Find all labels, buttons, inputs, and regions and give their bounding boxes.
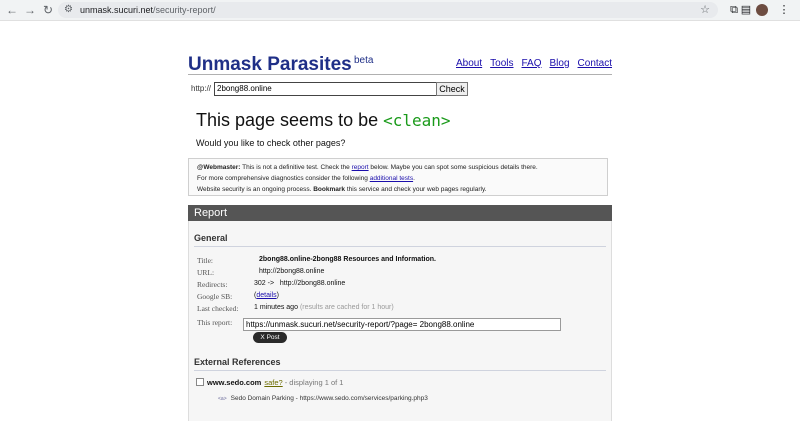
beta-label: beta: [354, 55, 374, 66]
expand-toggle-icon[interactable]: [196, 378, 204, 386]
check-form: http:// Check: [188, 82, 612, 98]
general-divider: [194, 246, 606, 247]
nav-blog[interactable]: Blog: [550, 58, 570, 69]
x-post-button[interactable]: X Post: [253, 332, 287, 343]
forward-arrow-icon[interactable]: →: [22, 2, 38, 18]
additional-tests-link[interactable]: additional tests: [370, 175, 413, 182]
reload-icon[interactable]: ↻: [40, 2, 56, 18]
verdict-text: This page seems to be: [196, 110, 379, 130]
safe-check-link[interactable]: safe?: [264, 378, 282, 387]
address-url: unmask.sucuri.net/security-report/: [80, 5, 216, 15]
external-references-heading: External References: [194, 357, 281, 367]
address-bar[interactable]: ⚙ unmask.sucuri.net/security-report/ ☆: [58, 2, 718, 18]
external-reference-item: www.sedo.com safe? - displaying 1 of 1: [196, 378, 343, 387]
nav-about[interactable]: About: [456, 58, 482, 69]
displaying-count: - displaying 1 of 1: [284, 378, 344, 387]
site-logo[interactable]: Unmask Parasites: [188, 54, 352, 76]
bookmark-star-icon[interactable]: ☆: [700, 2, 710, 18]
check-button[interactable]: Check: [436, 82, 468, 96]
last-checked-row: Last checked: 1 minutes ago (results are…: [197, 304, 394, 313]
external-reference-link-row: <a> Sedo Domain Parking - https://www.sed…: [218, 395, 428, 402]
header-divider: [188, 74, 612, 75]
verdict-heading: This page seems to be <clean>: [196, 110, 451, 131]
report-header: Report: [188, 205, 612, 221]
url-input[interactable]: [214, 82, 437, 96]
notice-line-3: Website security is an ongoing process. …: [197, 186, 487, 193]
title-row: Title: 2bong88.online-2bong88 Resources …: [197, 256, 436, 265]
report-url-field[interactable]: [243, 318, 561, 331]
notice-line-2: For more comprehensive diagnostics consi…: [197, 175, 415, 182]
verdict-status: <clean>: [383, 111, 451, 130]
sidebar-icon[interactable]: ▤: [738, 2, 754, 18]
browser-toolbar: ← → ↻ ⚙ unmask.sucuri.net/security-repor…: [0, 0, 800, 21]
webmaster-notice: @Webmaster: This is not a definitive tes…: [188, 158, 608, 196]
report-link[interactable]: report: [352, 164, 369, 171]
details-link[interactable]: details: [256, 292, 276, 299]
top-nav: About Tools FAQ Blog Contact: [448, 58, 612, 69]
check-other-question: Would you like to check other pages?: [196, 138, 346, 148]
notice-line-1: @Webmaster: This is not a definitive tes…: [197, 164, 538, 171]
external-divider: [194, 370, 606, 371]
redirects-row: Redirects: 302 -> http://2bong88.online: [197, 280, 346, 289]
google-sb-row: Google SB: (details): [197, 292, 279, 301]
http-prefix: http://: [191, 84, 212, 93]
menu-icon[interactable]: ⋮: [776, 2, 792, 18]
anchor-tag-label: <a>: [218, 396, 227, 402]
nav-faq[interactable]: FAQ: [522, 58, 542, 69]
site-info-icon[interactable]: ⚙: [64, 2, 73, 18]
profile-avatar[interactable]: [756, 4, 768, 16]
ref-domain: www.sedo.com: [207, 378, 262, 387]
nav-tools[interactable]: Tools: [490, 58, 513, 69]
back-arrow-icon[interactable]: ←: [4, 2, 20, 18]
url-row: URL: http://2bong88.online: [197, 268, 325, 277]
general-heading: General: [194, 233, 228, 243]
nav-contact[interactable]: Contact: [578, 58, 612, 69]
